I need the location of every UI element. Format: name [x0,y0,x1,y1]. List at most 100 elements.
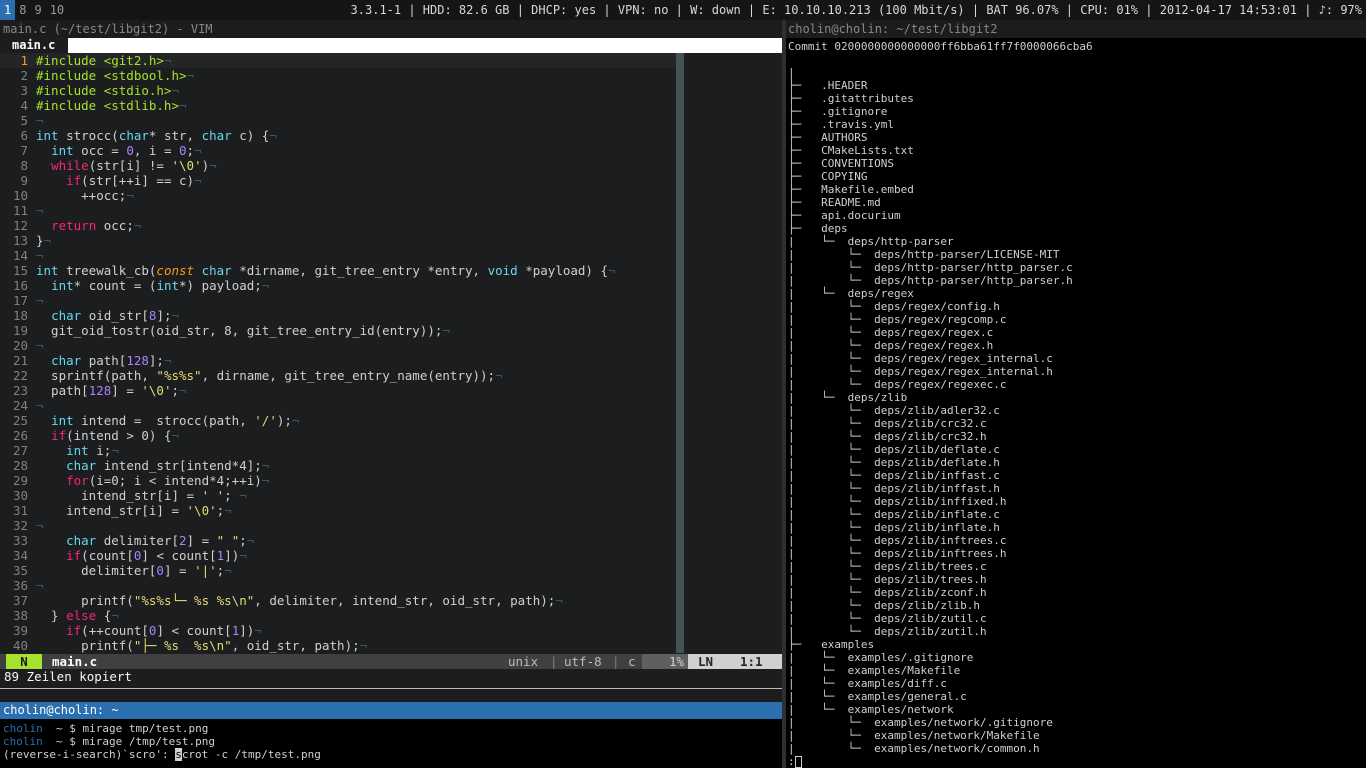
code-line[interactable]: 5 ¬ [0,113,676,128]
line-text: path[128] = '\0';¬ [36,383,187,398]
workspace-1[interactable]: 1 [0,0,16,20]
code-line[interactable]: 26 if(intend > 0) {¬ [0,428,676,443]
code-line[interactable]: 19 git_oid_tostr(oid_str, 8, git_tree_en… [0,323,676,338]
line-number: 19 [12,323,28,338]
vim-statusline: N main.c unix | utf-8 | c 1% LN 1:1 [0,654,782,669]
tree-line: | └─ deps/zlib/crc32.h [788,430,987,443]
code-line[interactable]: 15 int treewalk_cb(const char *dirname, g… [0,263,676,278]
line-number: 17 [12,293,28,308]
status-position-segment: LN 1:1 [688,654,782,669]
tree-prompt[interactable]: : [788,755,802,768]
vim-window-title: main.c (~/test/libgit2) - VIM [3,22,213,36]
code-line[interactable]: 13}¬ [0,233,676,248]
code-line[interactable]: 29 for(i=0; i < intend*4;++i)¬ [0,473,676,488]
tree-terminal-title: cholin@cholin: ~/test/libgit2 [788,22,998,36]
vim-message: 89 Zeilen kopiert [4,669,132,684]
code-line[interactable]: 35 delimiter[0] = '|';¬ [0,563,676,578]
code-line[interactable]: 1 #include <git2.h>¬ [0,53,676,68]
line-text: int intend = strocc(path, '/');¬ [51,413,300,428]
line-number: 9 [20,173,28,188]
workspace-9[interactable]: 9 [30,0,45,20]
tree-line: | └─ examples/network/common.h [788,742,1040,755]
code-line[interactable]: 34 if(count[0] < count[1])¬ [0,548,676,563]
code-line[interactable]: 3 #include <stdio.h>¬ [0,83,676,98]
line-text: intend_str[i] = ' '; ¬ [36,488,247,503]
line-text: #include <stdlib.h>¬ [36,98,187,113]
code-line[interactable]: 9 if(str[++i] == c)¬ [0,173,676,188]
system-status-text: 3.3.1-1 | HDD: 82.6 GB | DHCP: yes | VPN… [350,3,1362,17]
tree-line: | └─ deps/zlib/crc32.c [788,417,987,430]
line-text: return occ;¬ [51,218,142,233]
line-number: 33 [12,533,28,548]
line-text: char intend_str[intend*4];¬ [66,458,270,473]
status-filename: main.c [52,654,98,669]
code-line[interactable]: 37 printf("%s%s└─ %s %s\n", delimiter, i… [0,593,676,608]
code-line[interactable]: 22 sprintf(path, "%s%s", dirname, git_tr… [0,368,676,383]
line-number: 2 [20,68,28,83]
code-line[interactable]: 28 char intend_str[intend*4];¬ [0,458,676,473]
code-line[interactable]: 10 ++occ;¬ [0,188,676,203]
code-line[interactable]: 11 ¬ [0,203,676,218]
code-line[interactable]: 25 int intend = strocc(path, '/');¬ [0,413,676,428]
line-number: 21 [12,353,28,368]
line-number: 24 [12,398,28,413]
tree-line: ├─ .gitattributes [788,92,914,105]
tree-line: | └─ deps/regex/regexec.c [788,378,1007,391]
code-line[interactable]: 18 char oid_str[8];¬ [0,308,676,323]
code-line[interactable]: 16 int* count = (int*) payload;¬ [0,278,676,293]
line-number: 16 [12,278,28,293]
tree-line: | └─ deps/zlib/inftrees.h [788,547,1007,560]
text-cursor: s [175,748,182,761]
code-line[interactable]: 40 printf("├─ %s %s\n", oid_str, path);¬ [0,638,676,653]
tree-line: | └─ examples/network/Makefile [788,729,1040,742]
tree-line: | └─ examples/general.c [788,690,967,703]
code-line[interactable]: 31 intend_str[i] = '\0';¬ [0,503,676,518]
status-encoding: utf-8 [564,654,602,669]
code-line[interactable]: 14 ¬ [0,248,676,263]
code-line[interactable]: 27 int i;¬ [0,443,676,458]
code-line[interactable]: 32 ¬ [0,518,676,533]
workspace-10[interactable]: 10 [46,0,68,20]
tab-main-c[interactable]: main.c [0,38,68,53]
code-line[interactable]: 4 #include <stdlib.h>¬ [0,98,676,113]
workspace-8[interactable]: 8 [15,0,30,20]
tree-line: | └─ deps/regex [788,287,914,300]
line-text: } else {¬ [36,608,119,623]
code-line[interactable]: 30 intend_str[i] = ' '; ¬ [0,488,676,503]
line-number: 6 [20,128,28,143]
line-text: char oid_str[8];¬ [51,308,180,323]
tree-line: ├─ .gitignore [788,105,888,118]
code-line[interactable]: 33 char delimiter[2] = " ";¬ [0,533,676,548]
tree-line: | └─ deps/zlib/inffast.h [788,482,1000,495]
code-line[interactable]: 6 int strocc(char* str, char c) {¬ [0,128,676,143]
line-text: #include <git2.h>¬ [36,53,172,68]
status-bar: 1 8 9 10 3.3.1-1 | HDD: 82.6 GB | DHCP: yes… [0,0,1366,20]
status-position: 1:1 [740,654,763,669]
tree-line: | └─ deps/zlib/trees.c [788,560,987,573]
tree-terminal[interactable]: Commit 0200000000000000ff6bba61ff7f00000… [786,38,1366,768]
code-line[interactable]: 23 path[128] = '\0';¬ [0,383,676,398]
code-area[interactable]: 1 #include <git2.h>¬ 2 #include <stdbool.h>… [0,53,676,653]
tree-line: | └─ deps/zlib/inflate.c [788,508,1000,521]
shell-terminal[interactable]: cholin ~ $ mirage tmp/test.png cholin ~ … [0,719,782,768]
code-line[interactable]: 20 ¬ [0,338,676,353]
code-line[interactable]: 17 ¬ [0,293,676,308]
reverse-search-line[interactable]: (reverse-i-search)`scro': scrot -c /tmp/… [3,748,321,761]
line-number: 32 [12,518,28,533]
code-line[interactable]: 8 while(str[i] != '\0')¬ [0,158,676,173]
line-text: if(intend > 0) {¬ [51,428,180,443]
line-number: 1 [20,53,28,68]
vim-scrollbar[interactable] [676,53,684,653]
code-line[interactable]: 2 #include <stdbool.h>¬ [0,68,676,83]
code-line[interactable]: 24 ¬ [0,398,676,413]
code-line[interactable]: 38 } else {¬ [0,608,676,623]
code-line[interactable]: 21 char path[128];¬ [0,353,676,368]
vim-editor[interactable]: main.c 1 #include <git2.h>¬ 2 #include <std… [0,38,782,686]
line-number: 34 [12,548,28,563]
code-line[interactable]: 36 ¬ [0,578,676,593]
line-number: 40 [12,638,28,653]
line-text: ¬ [36,203,44,218]
code-line[interactable]: 12 return occ;¬ [0,218,676,233]
code-line[interactable]: 39 if(++count[0] < count[1])¬ [0,623,676,638]
code-line[interactable]: 7 int occ = 0, i = 0;¬ [0,143,676,158]
